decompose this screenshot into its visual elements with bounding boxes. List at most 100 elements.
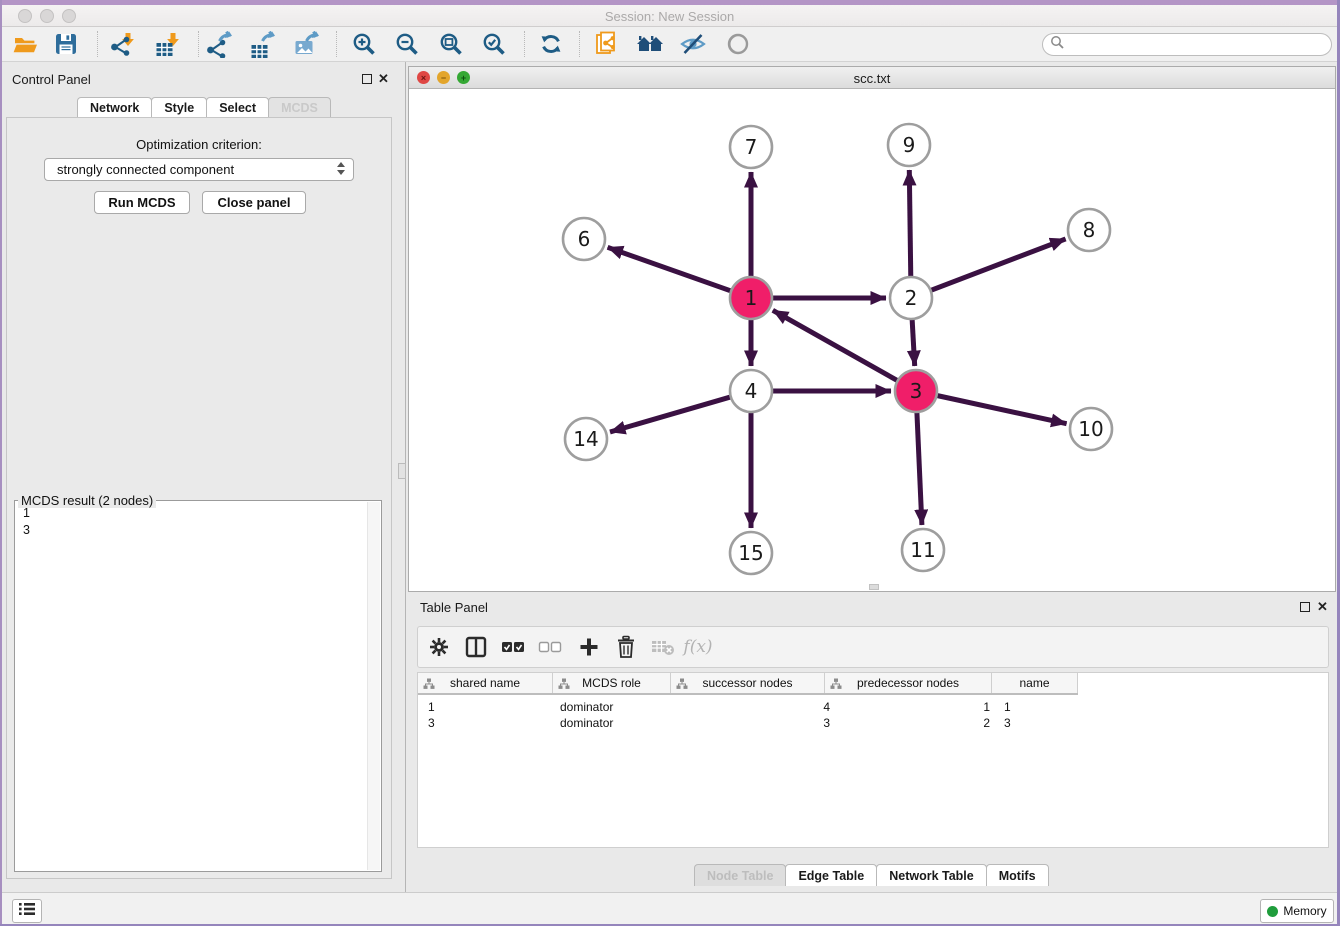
- import-network-icon[interactable]: [104, 29, 140, 59]
- graph-node-15[interactable]: 15: [730, 532, 772, 574]
- tab-motifs[interactable]: Motifs: [986, 864, 1049, 886]
- column-header-predecessor-nodes[interactable]: predecessor nodes: [825, 673, 992, 693]
- graph-edge-4-14[interactable]: [610, 396, 733, 432]
- open-session-icon[interactable]: [8, 29, 44, 59]
- search-field[interactable]: [1042, 33, 1332, 56]
- panel-divider-grip[interactable]: [398, 463, 406, 479]
- deselect-all-checkboxes-icon[interactable]: [537, 634, 563, 660]
- svg-text:3: 3: [910, 379, 923, 403]
- tab-style[interactable]: Style: [151, 97, 207, 118]
- eye-slash-icon[interactable]: [675, 29, 711, 59]
- import-table-icon[interactable]: [149, 29, 185, 59]
- refresh-icon[interactable]: [533, 29, 569, 59]
- network-scroll-grip[interactable]: [869, 584, 879, 590]
- table-panel-tabs: Node Table Edge Table Network Table Moti…: [694, 864, 1048, 886]
- graph-edge-3-1[interactable]: [773, 310, 900, 381]
- toolbar-separator: [579, 31, 580, 57]
- table-row[interactable]: 3 dominator 3 2 3: [418, 716, 1330, 732]
- control-panel-title: Control Panel: [12, 72, 91, 87]
- eye-icon[interactable]: [720, 29, 756, 59]
- graph-edge-2-8[interactable]: [929, 239, 1066, 291]
- table-toolbar: f(x): [417, 626, 1329, 668]
- window-frame-left: [0, 0, 2, 926]
- table-panel-float-icon[interactable]: [1300, 602, 1310, 612]
- memory-button[interactable]: Memory: [1260, 899, 1334, 923]
- svg-text:8: 8: [1083, 218, 1096, 242]
- control-panel-float-icon[interactable]: [362, 74, 372, 84]
- main-toolbar: [2, 27, 1337, 62]
- column-header-mcds-role[interactable]: MCDS role: [553, 673, 671, 693]
- table-header-row: shared name MCDS role successor nodes pr…: [418, 673, 1078, 695]
- graph-edge-2-9[interactable]: [909, 170, 911, 279]
- graph-node-2[interactable]: 2: [890, 277, 932, 319]
- columns-icon[interactable]: [463, 634, 489, 660]
- clone-network-icon[interactable]: [589, 29, 625, 59]
- zoom-fit-icon[interactable]: [433, 29, 469, 59]
- export-table-icon[interactable]: [245, 29, 281, 59]
- close-panel-button[interactable]: Close panel: [202, 191, 306, 214]
- svg-text:10: 10: [1078, 417, 1103, 441]
- optimization-criterion-label: Optimization criterion:: [6, 137, 392, 152]
- zoom-out-icon[interactable]: [389, 29, 425, 59]
- export-image-icon[interactable]: [289, 29, 325, 59]
- app-title: Session: New Session: [2, 9, 1337, 24]
- column-header-successor-nodes[interactable]: successor nodes: [671, 673, 825, 693]
- add-column-icon[interactable]: [576, 634, 602, 660]
- tab-select[interactable]: Select: [206, 97, 269, 118]
- tab-mcds[interactable]: MCDS: [268, 97, 331, 118]
- svg-text:4: 4: [745, 379, 758, 403]
- graph-edge-2-3[interactable]: [912, 317, 915, 366]
- network-view-window: × − + scc.txt 7 9 6 8 1 2 4 3 14 10 15 11: [408, 66, 1336, 592]
- graph-node-14[interactable]: 14: [565, 418, 607, 460]
- table-row[interactable]: 1 dominator 4 1 1: [418, 700, 1330, 716]
- zoom-in-icon[interactable]: [346, 29, 382, 59]
- zoom-selected-icon[interactable]: [476, 29, 512, 59]
- tab-node-table[interactable]: Node Table: [694, 864, 786, 886]
- svg-text:11: 11: [910, 538, 935, 562]
- save-session-icon[interactable]: [48, 29, 84, 59]
- graph-node-11[interactable]: 11: [902, 529, 944, 571]
- table-panel-close-icon[interactable]: ✕: [1317, 599, 1328, 615]
- tab-edge-table[interactable]: Edge Table: [785, 864, 877, 886]
- list-icon: [18, 902, 36, 921]
- search-icon: [1050, 35, 1065, 55]
- network-canvas[interactable]: 7 9 6 8 1 2 4 3 14 10 15 11: [409, 89, 1335, 591]
- graph-node-10[interactable]: 10: [1070, 408, 1112, 450]
- toolbar-separator: [336, 31, 337, 57]
- houses-icon[interactable]: [632, 29, 668, 59]
- gear-icon[interactable]: [426, 634, 452, 660]
- svg-text:1: 1: [745, 286, 758, 310]
- network-window-titlebar: × − + scc.txt: [409, 67, 1335, 89]
- column-header-name[interactable]: name: [992, 673, 1078, 693]
- graph-edge-3-11[interactable]: [917, 410, 922, 525]
- search-input[interactable]: [1070, 38, 1331, 52]
- graph-node-3[interactable]: 3: [895, 370, 937, 412]
- svg-text:9: 9: [903, 133, 916, 157]
- delete-table-icon: [650, 634, 676, 660]
- node-table: shared name MCDS role successor nodes pr…: [417, 672, 1329, 848]
- graph-node-9[interactable]: 9: [888, 124, 930, 166]
- tab-network-table[interactable]: Network Table: [876, 864, 987, 886]
- graph-edge-3-10[interactable]: [935, 395, 1067, 424]
- column-header-shared-name[interactable]: shared name: [418, 673, 553, 693]
- export-network-icon[interactable]: [202, 29, 238, 59]
- network-window-title: scc.txt: [409, 71, 1335, 86]
- svg-text:6: 6: [578, 227, 591, 251]
- graph-node-1[interactable]: 1: [730, 277, 772, 319]
- toolbar-separator: [198, 31, 199, 57]
- delete-column-icon[interactable]: [613, 634, 639, 660]
- run-mcds-button[interactable]: Run MCDS: [94, 191, 190, 214]
- tab-network[interactable]: Network: [77, 97, 152, 118]
- graph-node-7[interactable]: 7: [730, 126, 772, 168]
- graph-node-6[interactable]: 6: [563, 218, 605, 260]
- control-panel-close-icon[interactable]: ✕: [378, 71, 389, 87]
- table-panel-title: Table Panel: [420, 600, 488, 615]
- log-console-button[interactable]: [12, 899, 42, 923]
- graph-node-8[interactable]: 8: [1068, 209, 1110, 251]
- optimization-criterion-select[interactable]: strongly connected component: [44, 158, 354, 181]
- mcds-result-text[interactable]: 1 3: [23, 505, 30, 539]
- graph-edge-1-6[interactable]: [608, 247, 734, 291]
- graph-node-4[interactable]: 4: [730, 370, 772, 412]
- select-all-checkboxes-icon[interactable]: [500, 634, 526, 660]
- result-scrollbar[interactable]: [367, 502, 380, 870]
